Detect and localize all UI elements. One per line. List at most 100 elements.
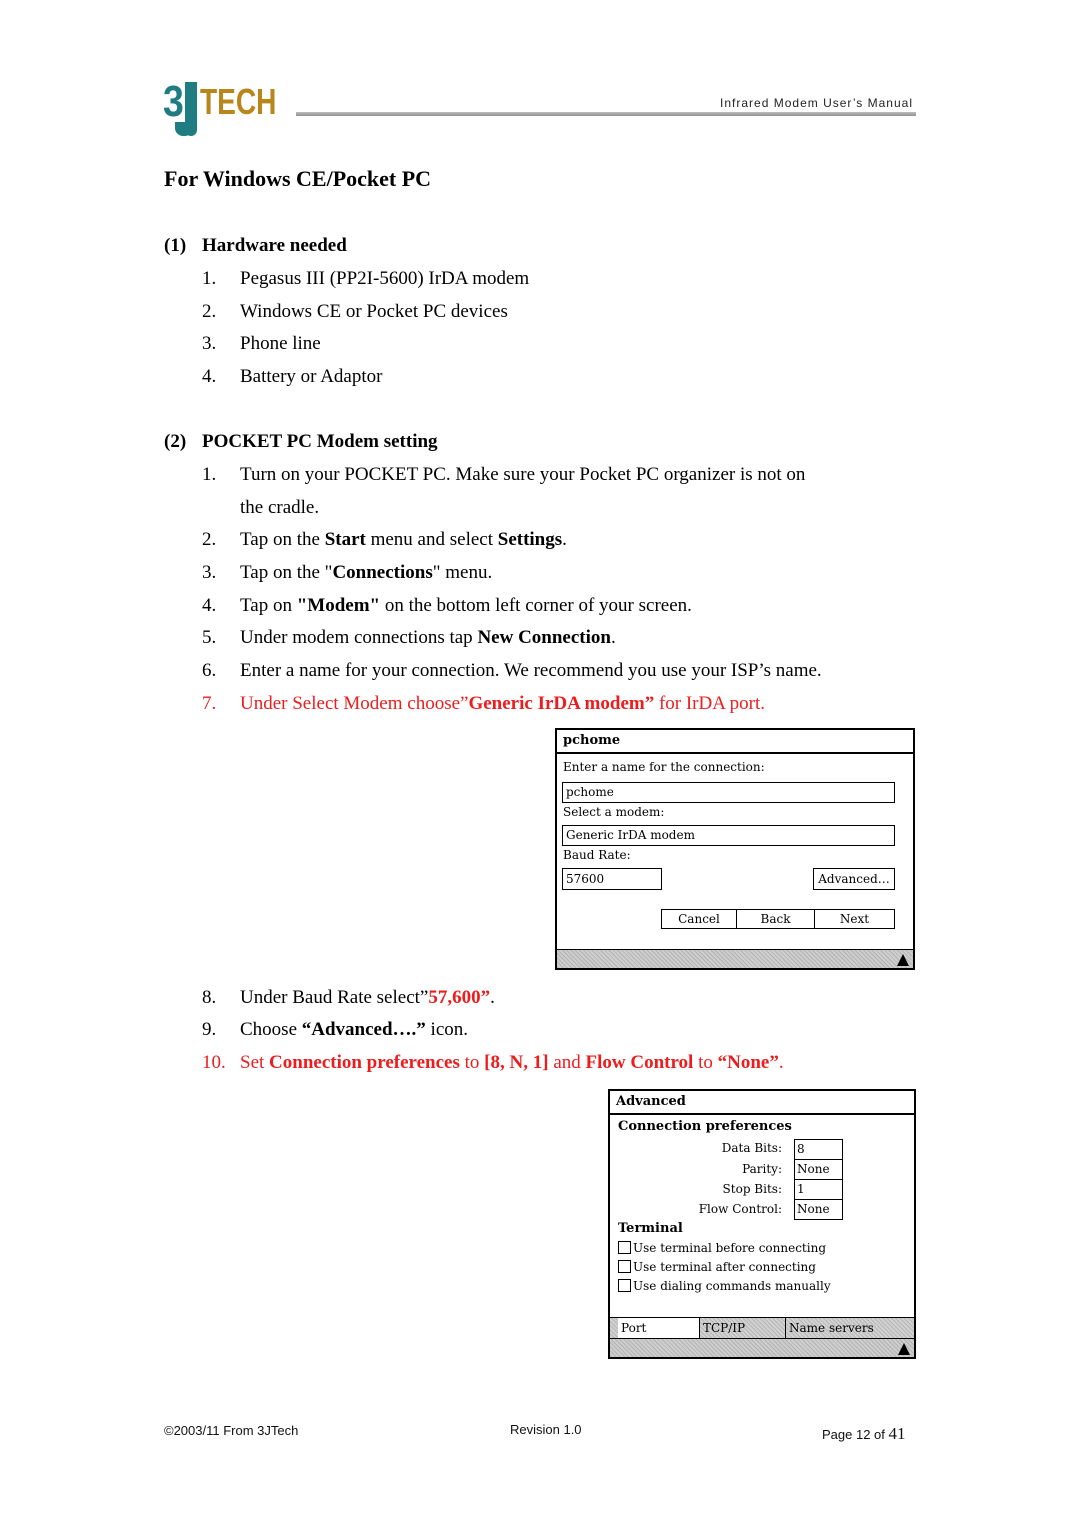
logo-j-hook [175, 122, 191, 136]
connection-name-input[interactable]: pchome [562, 782, 895, 803]
footer-revision: Revision 1.0 [510, 1422, 582, 1437]
baud-value-term: 57,600” [428, 987, 491, 1008]
step-text: icon. [425, 1019, 469, 1040]
checkbox-icon[interactable] [618, 1260, 631, 1273]
use-dialing-commands-checkbox[interactable]: Use dialing commands manually [618, 1279, 831, 1293]
section-number: (2) [164, 431, 187, 452]
section-title: Hardware needed [202, 235, 347, 256]
step-text: . [610, 627, 616, 648]
step-10: 10. Set Connection preferences to [8, N, … [202, 1046, 922, 1079]
parity-select[interactable]: None [794, 1159, 843, 1180]
footer-page-number: Page 12 of 41 [822, 1424, 906, 1444]
use-terminal-before-checkbox[interactable]: Use terminal before connecting [618, 1241, 826, 1255]
item-number: 4. [202, 366, 217, 387]
stop-bits-label: Stop Bits: [722, 1182, 782, 1196]
data-bits-select[interactable]: 8 [794, 1139, 843, 1160]
checkbox-label: Use terminal after connecting [633, 1260, 816, 1274]
list-item: 1. Pegasus III (PP2I-5600) IrDA modem [202, 262, 922, 295]
tab-tcp-ip[interactable]: TCP/IP [700, 1318, 786, 1340]
section-modem-setting-heading: (2) POCKET PC Modem setting [164, 431, 438, 453]
section-hardware-heading: (1) Hardware needed [164, 235, 347, 257]
step-9: 9. Choose “Advanced….” icon. [202, 1013, 922, 1046]
flow-control-term: Flow Control [585, 1052, 694, 1073]
item-number: 1. [202, 268, 217, 289]
item-text: Pegasus III (PP2I-5600) IrDA modem [240, 268, 530, 289]
step-text: Enter a name for your connection. We rec… [240, 660, 822, 681]
tab-port-settings[interactable]: Port Settings [618, 1318, 700, 1355]
step-1: 1. Turn on your POCKET PC. Make sure your… [202, 458, 922, 524]
settings-term: Settings [497, 529, 563, 550]
flow-control-label: Flow Control: [698, 1202, 782, 1216]
step-text: Turn on your POCKET PC. Make sure your P… [240, 464, 806, 485]
checkbox-label: Use terminal before connecting [633, 1241, 826, 1255]
back-button[interactable]: Back [736, 909, 815, 929]
flow-control-select[interactable]: None [794, 1199, 843, 1220]
checkbox-icon[interactable] [618, 1279, 631, 1292]
connection-name-label: Enter a name for the connection: [563, 760, 765, 774]
sip-up-arrow-icon[interactable] [897, 954, 909, 966]
new-connection-term: New Connection [477, 627, 611, 648]
screen-title: pchome [557, 730, 913, 754]
modem-select[interactable]: Generic IrDA modem [562, 825, 895, 846]
pocketpc-new-connection-screen: pchome Enter a name for the connection: … [555, 728, 915, 970]
step-text: Tap on the [240, 529, 325, 550]
logo-digit: 3 [163, 77, 184, 126]
connection-preferences-heading: Connection preferences [618, 1119, 792, 1134]
document-title: Infrared Modem User’s Manual [720, 96, 913, 110]
sip-up-arrow-icon[interactable] [898, 1343, 910, 1355]
stop-bits-select[interactable]: 1 [794, 1179, 843, 1200]
baud-rate-select[interactable]: 57600 [562, 868, 662, 890]
step-text: . [562, 529, 567, 550]
step-text: menu and select [365, 529, 498, 550]
list-item: 3. Phone line [202, 327, 922, 360]
header-rule [296, 112, 916, 116]
step-8: 8. Under Baud Rate select”57,600”. [202, 981, 922, 1014]
step-number: 1. [202, 464, 217, 485]
cancel-button[interactable]: Cancel [661, 909, 737, 929]
advanced-button[interactable]: Advanced… [813, 868, 895, 890]
step-text: Tap on [240, 595, 297, 616]
step-number: 7. [202, 693, 217, 714]
footer-copyright: ©2003/11 From 3JTech [164, 1423, 299, 1438]
next-button[interactable]: Next [814, 909, 895, 929]
step-5: 5. Under modem connections tap New Connec… [202, 621, 922, 654]
item-text: Battery or Adaptor [240, 366, 383, 387]
step-text: . [490, 987, 495, 1008]
generic-irda-term: Generic IrDA modem” [468, 693, 655, 714]
step-number: 8. [202, 987, 217, 1008]
step-text: and [548, 1052, 586, 1073]
step-number: 10. [202, 1052, 226, 1073]
item-text: Windows CE or Pocket PC devices [240, 301, 508, 322]
list-item: 4. Battery or Adaptor [202, 360, 922, 393]
step-number: 5. [202, 627, 217, 648]
step-number: 6. [202, 660, 217, 681]
page-label: Page 12 of [822, 1427, 889, 1442]
tab-name-servers[interactable]: Name servers [786, 1318, 896, 1340]
tab-bar: Port Settings TCP/IP Name servers [610, 1317, 914, 1355]
step-number: 2. [202, 529, 217, 550]
checkbox-icon[interactable] [618, 1241, 631, 1254]
start-menu-term: Start [324, 529, 366, 550]
checkbox-label: Use dialing commands manually [633, 1279, 831, 1293]
step-text: Under modem connections tap [240, 627, 478, 648]
step-text: Tap on the " [240, 562, 333, 583]
use-terminal-after-checkbox[interactable]: Use terminal after connecting [618, 1260, 816, 1274]
company-logo: 3 TECH [163, 77, 298, 140]
section-number: (1) [164, 235, 187, 256]
step-text: " menu. [432, 562, 493, 583]
data-bits-label: Data Bits: [721, 1141, 782, 1155]
step-4: 4. Tap on "Modem" on the bottom left corn… [202, 589, 922, 622]
modem-term: "Modem" [296, 595, 381, 616]
sip-bar [610, 1338, 914, 1357]
connection-preferences-term: Connection preferences [269, 1052, 460, 1073]
step-number: 4. [202, 595, 217, 616]
list-item: 2. Windows CE or Pocket PC devices [202, 295, 922, 328]
logo-word: TECH [200, 81, 277, 122]
connections-term: Connections [332, 562, 433, 583]
terminal-heading: Terminal [618, 1221, 683, 1236]
page-total: 41 [888, 1424, 906, 1443]
item-text: Phone line [240, 333, 321, 354]
step-2: 2. Tap on the Start menu and select Setti… [202, 523, 922, 556]
step-text: Set [240, 1052, 270, 1073]
advanced-term: “Advanced….” [301, 1019, 426, 1040]
